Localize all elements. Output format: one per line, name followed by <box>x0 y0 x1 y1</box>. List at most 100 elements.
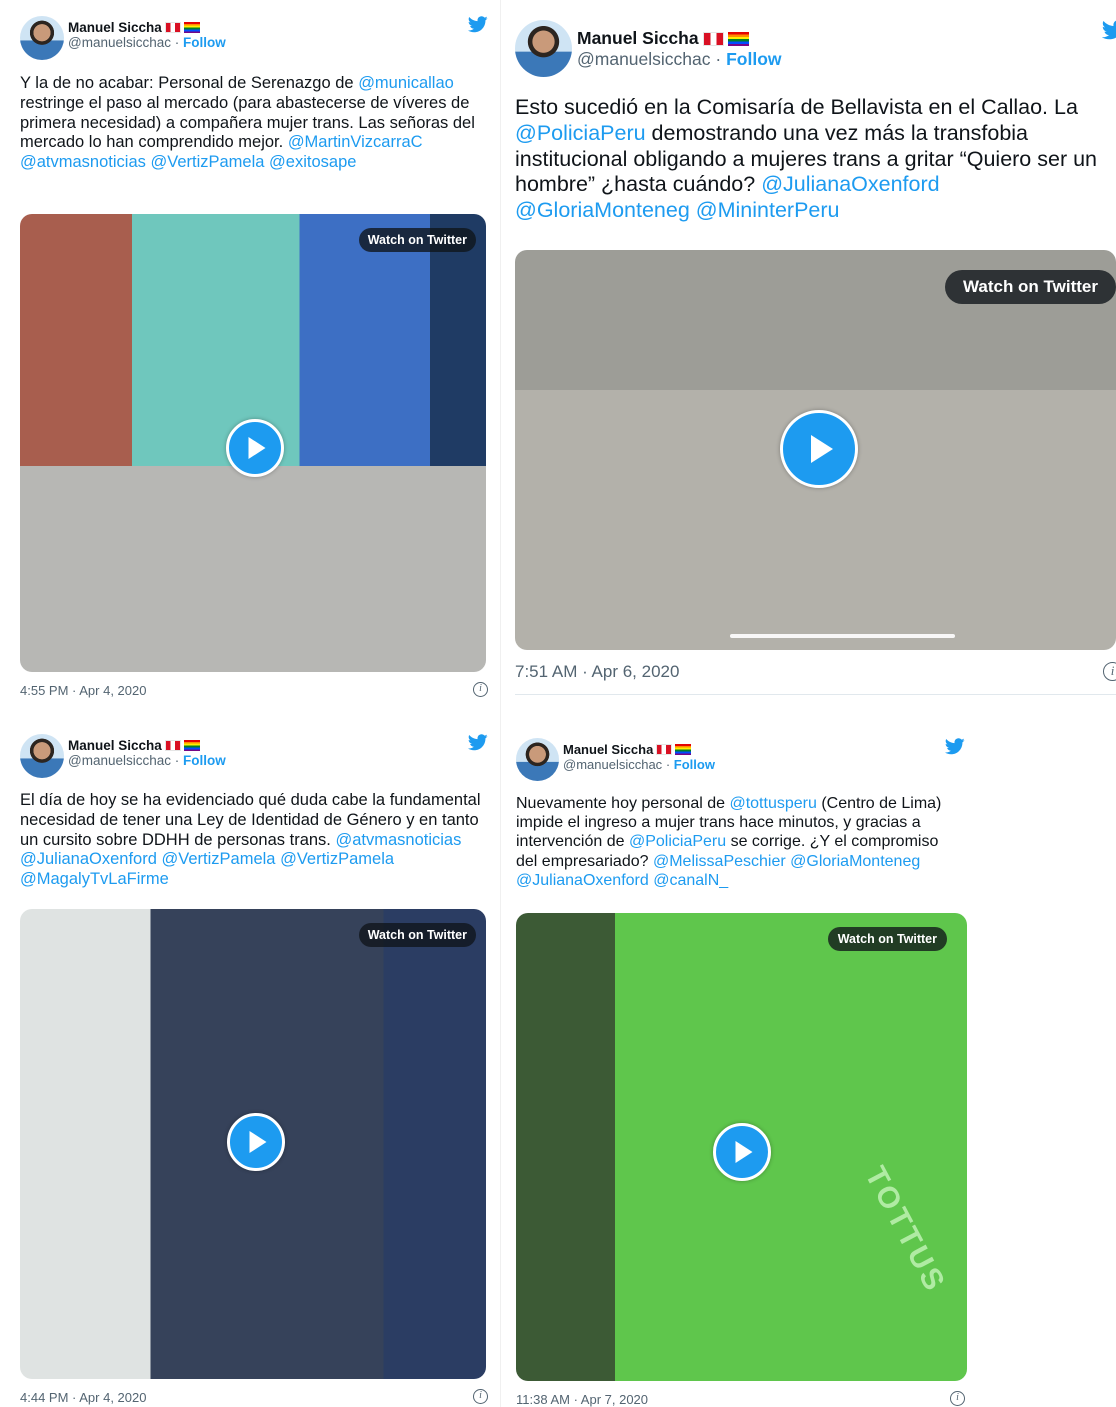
peru-flag-icon <box>702 31 724 46</box>
mention-link[interactable]: @MartinVizcarraC <box>288 133 423 151</box>
mention-link[interactable]: @MininterPeru <box>696 198 840 222</box>
author-block: Manuel Siccha @manuelsicchac · Follow <box>563 742 715 772</box>
separator-dot: · <box>715 49 722 69</box>
play-icon[interactable] <box>227 1113 285 1171</box>
mention-link[interactable]: @MelissaPeschier <box>653 853 786 870</box>
twitter-bird-icon[interactable] <box>468 16 488 33</box>
watch-on-twitter-button[interactable]: Watch on Twitter <box>944 270 1116 304</box>
info-icon[interactable]: i <box>473 1389 488 1404</box>
mention-link[interactable]: @VertizPamela <box>150 153 264 171</box>
handle-row: @manuelsicchac · Follow <box>563 757 715 772</box>
follow-button[interactable]: Follow <box>183 753 226 768</box>
author-block: Manuel Siccha @manuelsicchac · Follow <box>68 738 226 768</box>
mention-link[interactable]: @GloriaMonteneg <box>790 853 920 870</box>
avatar[interactable] <box>20 734 64 778</box>
author-name[interactable]: Manuel Siccha <box>68 738 162 753</box>
separator-dot: · <box>174 35 180 50</box>
mention-link[interactable]: @exitosape <box>269 153 356 171</box>
author-name[interactable]: Manuel Siccha <box>563 742 653 757</box>
mention-link[interactable]: @JulianaOxenford <box>761 172 939 196</box>
tweet-text-segment: Y la de no acabar: Personal de Serenazgo… <box>20 74 359 92</box>
info-icon[interactable]: i <box>473 682 488 697</box>
twitter-bird-icon[interactable] <box>945 738 965 755</box>
handle-row: @manuelsicchac · Follow <box>577 49 782 70</box>
watch-on-twitter-button[interactable]: Watch on Twitter <box>358 923 476 947</box>
tweet-card-4: Manuel Siccha @manuelsicchac · Follow Nu… <box>516 738 971 1407</box>
mention-link[interactable]: @MagalyTvLaFirme <box>20 870 169 888</box>
peru-flag-icon <box>164 740 181 751</box>
author-name-row: Manuel Siccha <box>68 20 226 35</box>
author-name-row: Manuel Siccha <box>563 742 715 757</box>
mention-link[interactable]: @canalN_ <box>653 872 728 889</box>
peru-flag-icon <box>656 744 673 755</box>
rainbow-flag-icon <box>675 744 692 755</box>
mention-link[interactable]: @VertizPamela <box>162 850 276 868</box>
rainbow-flag-icon <box>183 740 200 751</box>
tweet-text: El día de hoy se ha evidenciado qué duda… <box>20 791 488 890</box>
author-handle[interactable]: @manuelsicchac <box>577 49 711 69</box>
rainbow-flag-icon <box>183 22 200 33</box>
handle-row: @manuelsicchac · Follow <box>68 753 226 768</box>
tweet-text: Nuevamente hoy personal de @tottusperu (… <box>516 794 961 890</box>
watch-on-twitter-button[interactable]: Watch on Twitter <box>358 228 476 252</box>
author-name[interactable]: Manuel Siccha <box>577 28 699 49</box>
author-handle[interactable]: @manuelsicchac <box>563 757 662 772</box>
mention-link[interactable]: @PoliciaPeru <box>515 121 646 145</box>
video-player[interactable]: Watch on Twitter <box>20 214 486 672</box>
watch-on-twitter-button[interactable]: Watch on Twitter <box>827 927 947 951</box>
mention-link[interactable]: @municallao <box>358 74 454 92</box>
author-name-row: Manuel Siccha <box>68 738 226 753</box>
mention-link[interactable]: @VertizPamela <box>280 850 394 868</box>
mention-link[interactable]: @JulianaOxenford <box>516 872 649 889</box>
twitter-bird-icon[interactable] <box>1102 20 1116 40</box>
tweet-timestamp[interactable]: 4:44 PM · Apr 4, 2020 <box>20 1390 146 1405</box>
author-handle[interactable]: @manuelsicchac <box>68 35 171 50</box>
twitter-bird-icon[interactable] <box>468 734 488 751</box>
column-divider <box>500 0 501 1407</box>
author-handle[interactable]: @manuelsicchac <box>68 753 171 768</box>
video-player[interactable]: Watch on Twitter <box>515 250 1116 650</box>
tweet-text-segment: Esto sucedió en la Comisaría de Bellavis… <box>515 95 1078 119</box>
mention-link[interactable]: @JulianaOxenford <box>20 850 157 868</box>
tweet-card-2: Manuel Siccha @manuelsicchac · Follow Es… <box>515 20 1116 695</box>
info-icon[interactable]: i <box>950 1391 965 1406</box>
mention-link[interactable]: @atvmasnoticias <box>20 153 146 171</box>
author-block: Manuel Siccha @manuelsicchac · Follow <box>577 28 782 70</box>
tweet-timestamp[interactable]: 11:38 AM · Apr 7, 2020 <box>516 1392 648 1407</box>
tweet-card-1: Manuel Siccha @manuelsicchac · Follow Y … <box>20 16 488 706</box>
mention-link[interactable]: @tottusperu <box>729 795 816 812</box>
author-name[interactable]: Manuel Siccha <box>68 20 162 35</box>
follow-button[interactable]: Follow <box>674 757 715 772</box>
play-icon[interactable] <box>713 1123 771 1181</box>
tweet-card-3: Manuel Siccha @manuelsicchac · Follow El… <box>20 734 488 1405</box>
avatar[interactable] <box>20 16 64 60</box>
tweet-header: Manuel Siccha @manuelsicchac · Follow <box>516 738 715 781</box>
peru-flag-icon <box>164 22 181 33</box>
tweet-header: Manuel Siccha @manuelsicchac · Follow <box>515 20 782 77</box>
avatar[interactable] <box>515 20 572 77</box>
mention-link[interactable]: @PoliciaPeru <box>629 833 726 850</box>
tweet-timestamp[interactable]: 7:51 AM · Apr 6, 2020 <box>515 662 679 682</box>
tweet-header: Manuel Siccha @manuelsicchac · Follow <box>20 734 226 778</box>
avatar[interactable] <box>516 738 559 781</box>
tweet-timestamp[interactable]: 4:55 PM · Apr 4, 2020 <box>20 683 146 698</box>
video-progress-bar[interactable] <box>730 634 955 638</box>
tweet-text-segment: Nuevamente hoy personal de <box>516 795 730 812</box>
play-icon[interactable] <box>780 410 858 488</box>
author-block: Manuel Siccha @manuelsicchac · Follow <box>68 20 226 50</box>
follow-button[interactable]: Follow <box>726 49 781 69</box>
follow-button[interactable]: Follow <box>183 35 226 50</box>
divider <box>515 694 1116 695</box>
separator-dot: · <box>174 753 180 768</box>
video-overlay-text: TOTTUS <box>858 1161 953 1299</box>
mention-link[interactable]: @atvmasnoticias <box>335 831 461 849</box>
mention-link[interactable]: @GloriaMonteneg <box>515 198 690 222</box>
rainbow-flag-icon <box>727 31 749 46</box>
tweet-text: Y la de no acabar: Personal de Serenazgo… <box>20 74 488 173</box>
video-player[interactable]: Watch on Twitter <box>20 909 486 1379</box>
author-name-row: Manuel Siccha <box>577 28 782 49</box>
video-player[interactable]: TOTTUS Watch on Twitter <box>516 913 967 1381</box>
tweet-header: Manuel Siccha @manuelsicchac · Follow <box>20 16 226 60</box>
play-icon[interactable] <box>226 419 284 477</box>
info-icon[interactable]: i <box>1103 662 1116 681</box>
